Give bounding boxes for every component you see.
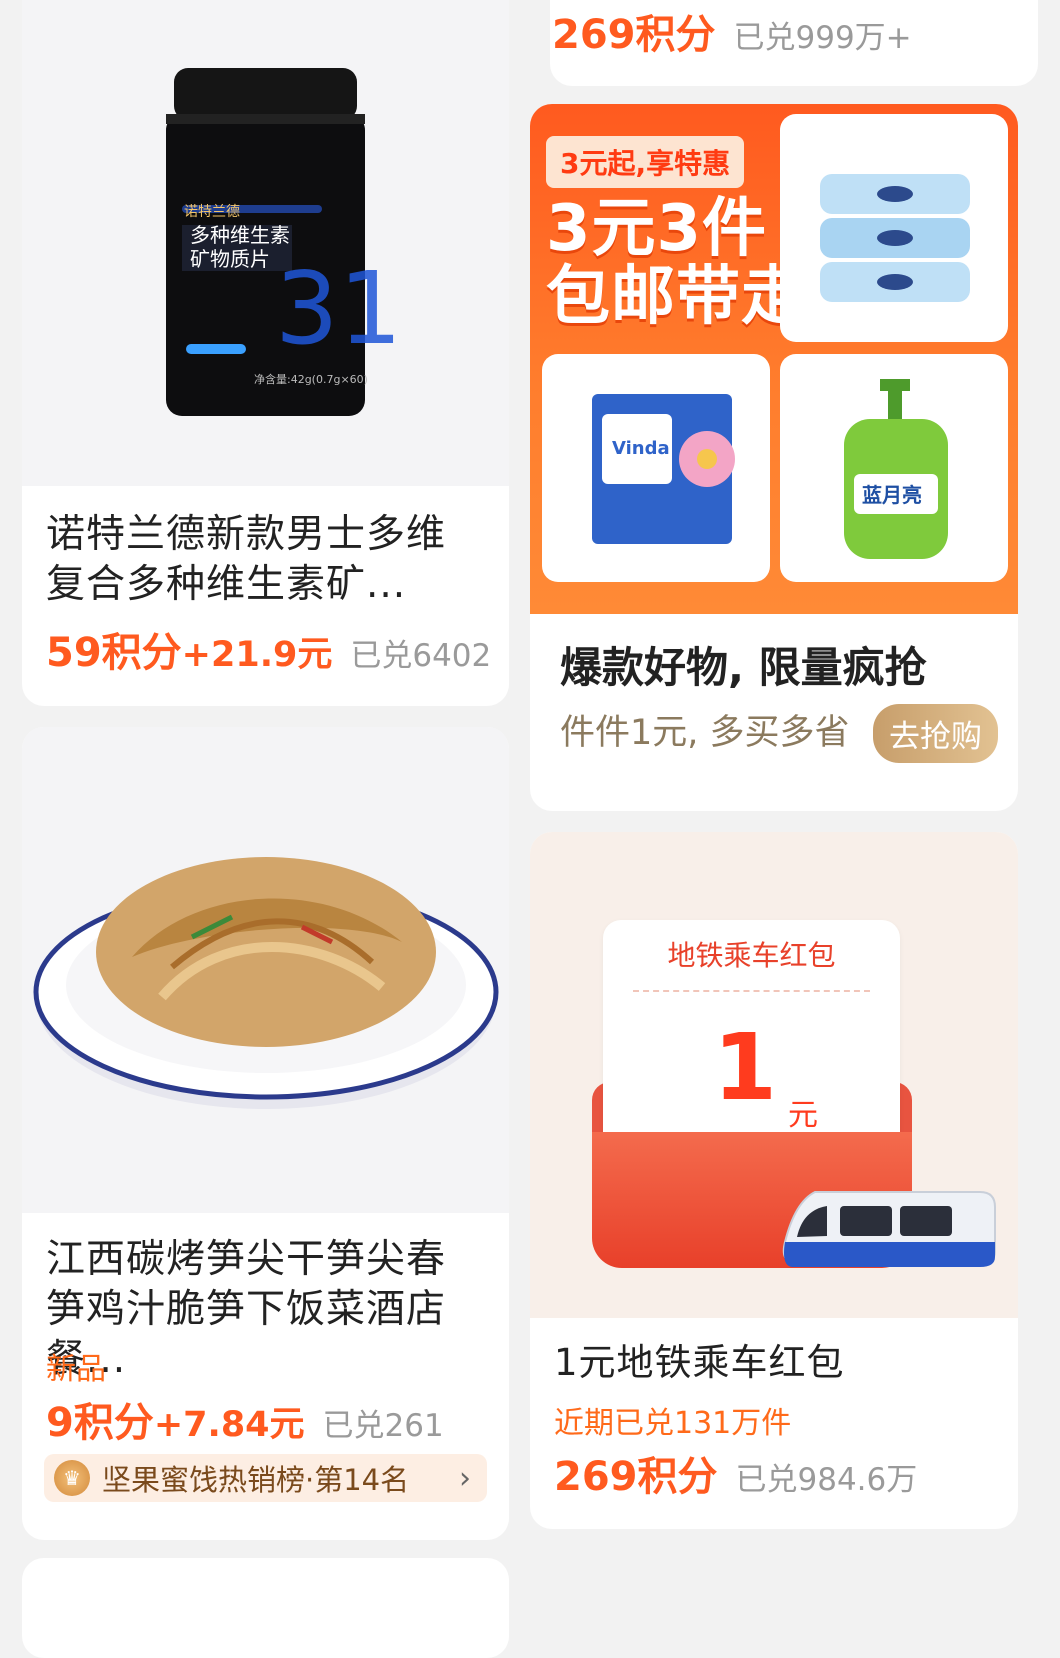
svg-text:净含量:42g(0.7g×60): 净含量:42g(0.7g×60) [254,372,368,386]
product-image: 31 诺特兰德 多种维生素 矿物质片 净含量:42g(0.7g×60) [22,0,509,486]
product-tile-wipes[interactable] [780,114,1008,342]
cash-value: +7.84元 [153,1405,305,1445]
tissues-image: Vinda [592,394,735,544]
promo-banner: 3元起,享特惠 3元3件 包邮带走 Vinda 蓝月亮 [530,104,1018,614]
handwash-bottle-image: 蓝月亮 [844,379,948,559]
wipes-image [820,174,970,302]
promo-line-2: 包邮带走 [546,260,806,334]
product-card-partial-top[interactable]: 269积分 已兑999万+ [550,0,1038,86]
product-title: 诺特兰德新款男士多维复合多种维生素矿... [46,512,447,607]
rank-bar[interactable]: ♛ 坚果蜜饯热销榜·第14名 › [44,1454,487,1502]
sold-count: 已兑984.6万 [735,1462,918,1498]
ticket-divider [633,990,870,992]
svg-text:诺特兰德: 诺特兰德 [184,204,240,220]
product-price: 269积分 已兑999万+ [552,2,912,60]
product-price: 59积分+21.9元 已兑6402 [46,620,491,678]
rank-label: 坚果蜜饯热销榜·第14名 [102,1463,410,1497]
noodle-bowl-image [33,857,499,1109]
product-price: 269积分 已兑984.6万 [554,1444,917,1502]
product-card-bamboo-shoots[interactable]: 江西碳烤笋尖干笋尖春笋鸡汁脆笋下饭菜酒店餐... 新品 9积分+7.84元 已兑2… [22,727,509,1540]
product-card-vitamin[interactable]: 31 诺特兰德 多种维生素 矿物质片 净含量:42g(0.7g×60) 诺特兰德… [22,0,509,706]
ticket-value: 1 [713,1014,778,1121]
svg-text:蓝月亮: 蓝月亮 [862,483,922,507]
recent-sold: 近期已兑131万件 [554,1406,792,1441]
product-title: 1元地铁乘车红包 [554,1341,845,1384]
points-value: 9积分 [46,1400,154,1446]
product-tile-handwash[interactable]: 蓝月亮 [780,354,1008,582]
points-value: 59积分 [46,630,182,676]
ticket-title: 地铁乘车红包 [667,939,836,972]
promo-heading: 爆款好物, 限量疯抢 [560,643,927,692]
svg-text:矿物质片: 矿物质片 [190,247,270,271]
sold-count: 已兑999万+ [733,20,912,56]
product-tile-tissues[interactable]: Vinda [542,354,770,582]
train-icon [782,1191,996,1267]
sold-count: 已兑6402 [350,638,492,674]
vitamin-jar-image: 31 诺特兰德 多种维生素 矿物质片 净含量:42g(0.7g×60) [166,68,402,416]
chevron-right-icon: › [459,1460,471,1496]
promo-card-deals[interactable]: 3元起,享特惠 3元3件 包邮带走 Vinda 蓝月亮 爆款好物, 限量疯抢 件… [530,104,1018,811]
crown-icon: ♛ [54,1460,90,1496]
cash-value: +21.9元 [181,635,333,675]
promo-line-1: 3元3件 [546,192,768,266]
points-value: 269积分 [554,1454,718,1500]
product-title: 江西碳烤笋尖干笋尖春笋鸡汁脆笋下饭菜酒店餐... [46,1237,447,1382]
promo-tag: 3元起,享特惠 [546,136,745,188]
grab-button[interactable]: 去抢购 [873,704,998,763]
svg-text:多种维生素: 多种维生素 [190,223,290,247]
points-value: 269积分 [552,12,716,58]
product-card-metro[interactable]: 地铁乘车红包 1 元 1元地铁乘车红包 近期已兑131万件 269积分 已兑984… [530,832,1018,1529]
svg-text:Vinda: Vinda [612,438,670,459]
product-price: 9积分+7.84元 已兑261 [46,1390,444,1448]
svg-text:31: 31 [275,250,402,367]
next-card-partial[interactable] [22,1558,509,1658]
sold-count: 已兑261 [322,1408,444,1444]
product-image: 地铁乘车红包 1 元 [530,832,1018,1318]
ticket-unit: 元 [788,1098,818,1133]
new-badge: 新品 [46,1352,106,1387]
promo-subtitle: 件件1元, 多买多省 [560,713,850,753]
product-image [22,727,509,1213]
